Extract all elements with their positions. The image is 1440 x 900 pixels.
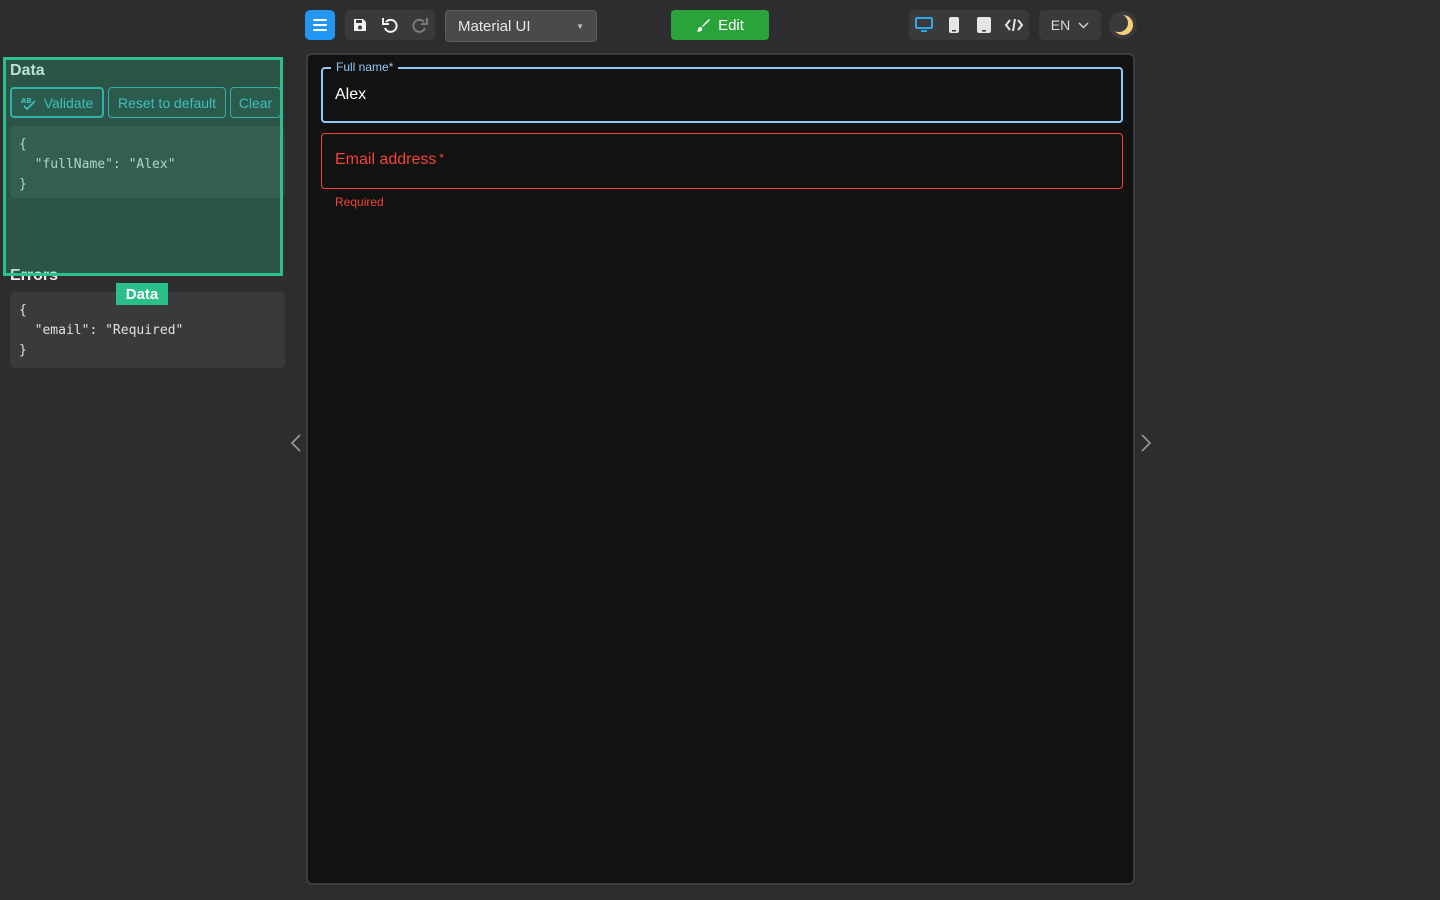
undo-button[interactable] [375,10,405,40]
highlight-tag: Data [116,283,168,305]
email-label: Email address * [335,151,445,168]
history-toolbar [345,10,435,40]
save-icon [354,19,366,31]
mobile-view-button[interactable] [939,10,969,40]
email-helper-text: Required [335,195,384,209]
full-name-label: Full name* [331,60,399,74]
redo-button[interactable] [405,10,435,40]
code-view-button[interactable] [999,10,1029,40]
caret-down-icon: ▼ [576,21,584,31]
email-field[interactable]: Email address * [321,133,1123,189]
language-value: EN [1050,17,1071,33]
language-select[interactable]: EN [1039,10,1101,40]
data-section-title: Data [10,62,45,79]
collapse-right-button[interactable] [1138,430,1154,456]
redo-icon [412,18,428,33]
undo-icon [382,18,398,33]
device-toolbar [909,10,1029,40]
reset-to-default-button[interactable]: Reset to default [108,87,226,118]
spellcheck-icon: AB [21,97,36,110]
data-json-output: { "fullName": "Alex" } [10,126,285,198]
save-button[interactable] [345,10,375,40]
form-canvas: Full name* Alex Email address * Required [306,53,1135,885]
theme-toggle-button[interactable] [1109,11,1137,39]
desktop-icon [915,17,933,32]
mobile-icon [949,17,959,33]
validate-button[interactable]: AB Validate [10,87,104,118]
tablet-icon [977,17,991,33]
moon-icon [1112,14,1133,35]
tablet-view-button[interactable] [969,10,999,40]
desktop-view-button[interactable] [909,10,939,40]
chevron-right-icon [1141,434,1151,452]
menu-button[interactable] [305,10,335,40]
clear-button[interactable]: Clear [230,87,281,118]
brush-icon [696,19,711,32]
edit-button[interactable]: Edit [671,10,769,40]
theme-select-value: Material UI [458,17,531,35]
chevron-down-icon [1078,21,1089,29]
collapse-left-button[interactable] [288,430,304,456]
full-name-input[interactable]: Alex [335,86,366,104]
chevron-left-icon [291,434,301,452]
validate-button-label: Validate [43,94,94,111]
reset-button-label: Reset to default [117,94,217,111]
clear-button-label: Clear [238,94,273,111]
menu-icon [313,19,327,31]
errors-section-title: Errors [10,267,59,284]
code-icon [1005,18,1023,32]
svg-text:AB: AB [21,97,32,105]
theme-select[interactable]: Material UI ▼ [445,10,597,42]
edit-button-label: Edit [718,16,744,34]
full-name-field[interactable]: Full name* Alex [321,60,1123,123]
